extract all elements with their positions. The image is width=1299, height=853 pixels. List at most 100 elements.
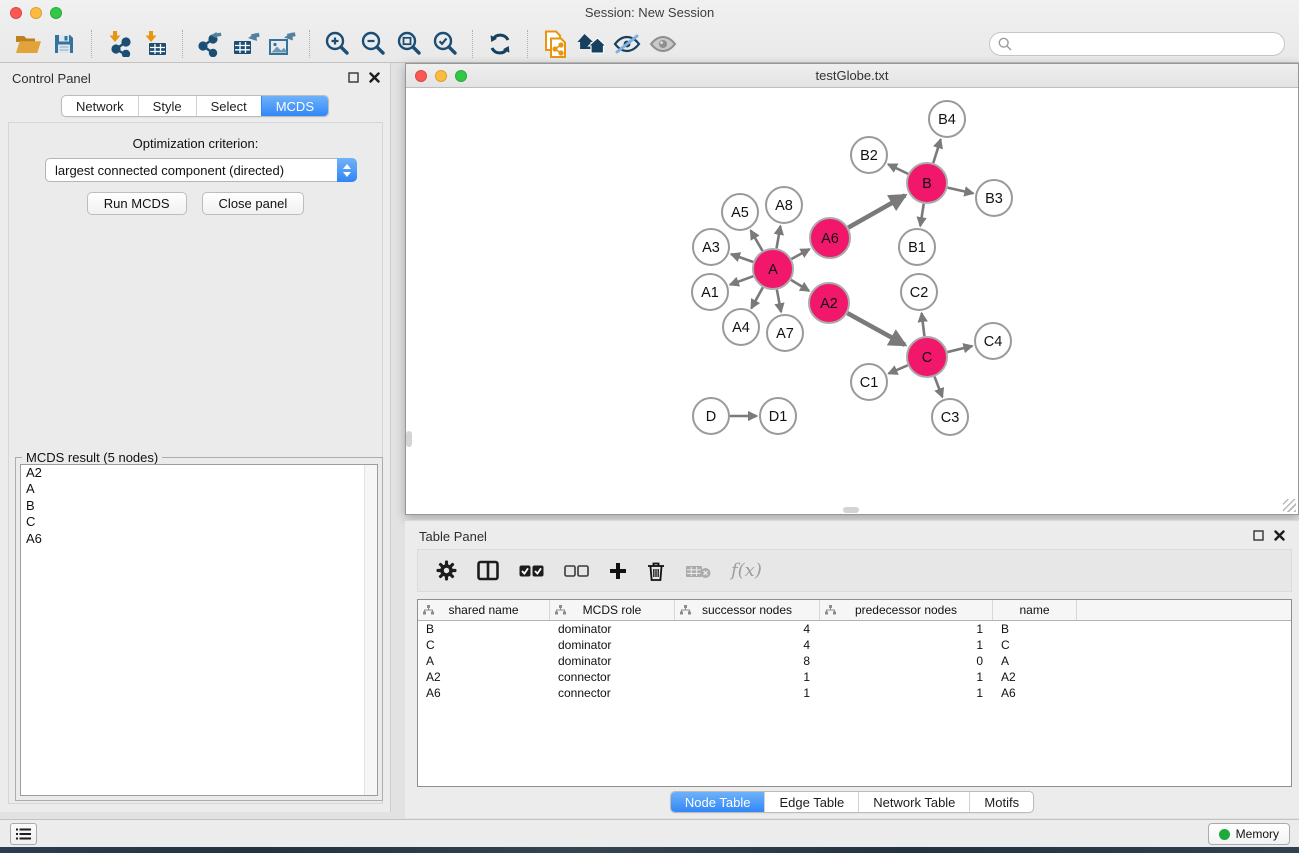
- search-input[interactable]: [1017, 37, 1276, 52]
- import-network-icon[interactable]: [101, 29, 137, 59]
- graph-node-C1[interactable]: C1: [851, 364, 887, 400]
- graph-edge-B-B3[interactable]: [947, 188, 973, 194]
- graph-edge-C-C4[interactable]: [947, 346, 972, 352]
- graph-node-A6[interactable]: A6: [810, 218, 850, 258]
- table-row[interactable]: A2connector11A2: [418, 669, 1291, 685]
- graph-edge-B-B2[interactable]: [888, 164, 908, 174]
- optimization-criterion-dropdown[interactable]: largest connected component (directed): [45, 158, 357, 182]
- column-header-predecessor-nodes[interactable]: predecessor nodes: [820, 600, 993, 620]
- export-table-icon[interactable]: [228, 29, 264, 59]
- graph-node-B[interactable]: B: [907, 163, 947, 203]
- graph-node-A3[interactable]: A3: [693, 229, 729, 265]
- graph-node-B3[interactable]: B3: [976, 180, 1012, 216]
- canvas-horizontal-scrollbar[interactable]: [843, 507, 859, 513]
- graph-edge-A-A3[interactable]: [731, 254, 753, 262]
- tab-edge-table[interactable]: Edge Table: [764, 792, 858, 812]
- export-network-icon[interactable]: [192, 29, 228, 59]
- column-header-successor-nodes[interactable]: successor nodes: [675, 600, 820, 620]
- apply-layout-icon[interactable]: [482, 29, 518, 59]
- task-history-button[interactable]: [10, 823, 37, 845]
- zoom-selected-icon[interactable]: [427, 29, 463, 59]
- zoom-in-icon[interactable]: [319, 29, 355, 59]
- tab-node-table[interactable]: Node Table: [671, 792, 765, 812]
- select-all-checkboxes-icon[interactable]: [519, 565, 544, 577]
- delete-column-icon[interactable]: [647, 561, 665, 581]
- close-panel-button[interactable]: Close panel: [202, 192, 305, 215]
- graph-edge-B-B4[interactable]: [933, 139, 940, 163]
- memory-button[interactable]: Memory: [1208, 823, 1290, 845]
- float-panel-icon[interactable]: [1253, 530, 1264, 541]
- graph-edge-A-A5[interactable]: [751, 230, 763, 250]
- result-list-scrollbar[interactable]: [364, 465, 377, 795]
- first-neighbors-icon[interactable]: [573, 29, 609, 59]
- tab-select[interactable]: Select: [196, 96, 261, 116]
- column-header-MCDS-role[interactable]: MCDS role: [550, 600, 675, 620]
- network-canvas[interactable]: B4 B2 B B3 A5A8A6 A3 B1 A A1 C2 A2 A4A7 C C4 C1 D D1 C3: [406, 88, 1298, 514]
- result-list-item[interactable]: A2: [21, 465, 377, 481]
- node-table[interactable]: shared nameMCDS rolesuccessor nodesprede…: [417, 599, 1292, 787]
- graph-edge-A6-B[interactable]: [848, 195, 905, 227]
- graph-edge-C-C3[interactable]: [935, 377, 943, 397]
- tab-motifs[interactable]: Motifs: [969, 792, 1033, 812]
- search-field[interactable]: [989, 32, 1285, 56]
- close-panel-icon[interactable]: [1274, 530, 1285, 541]
- export-image-icon[interactable]: [264, 29, 300, 59]
- column-header-name[interactable]: name: [993, 600, 1077, 620]
- tab-network-table[interactable]: Network Table: [858, 792, 969, 812]
- graph-node-D[interactable]: D: [693, 398, 729, 434]
- graph-node-A7[interactable]: A7: [767, 315, 803, 351]
- add-column-icon[interactable]: [609, 562, 627, 580]
- window-resize-grip[interactable]: [1283, 499, 1296, 512]
- column-header-shared-name[interactable]: shared name: [418, 600, 550, 620]
- graph-edge-A-A6[interactable]: [791, 249, 809, 259]
- graph-node-A1[interactable]: A1: [692, 274, 728, 310]
- mcds-result-list[interactable]: A2ABCA6: [20, 464, 378, 796]
- graph-edge-A2-C[interactable]: [847, 313, 905, 345]
- result-list-item[interactable]: A: [21, 481, 377, 497]
- graph-node-C4[interactable]: C4: [975, 323, 1011, 359]
- table-row[interactable]: A6connector11A6: [418, 685, 1291, 701]
- close-panel-icon[interactable]: [369, 72, 380, 83]
- tab-network[interactable]: Network: [62, 96, 138, 116]
- graph-edge-A-A8[interactable]: [777, 226, 781, 248]
- table-row[interactable]: Bdominator41B: [418, 621, 1291, 637]
- table-row[interactable]: Cdominator41C: [418, 637, 1291, 653]
- graph-node-C3[interactable]: C3: [932, 399, 968, 435]
- save-session-icon[interactable]: [46, 29, 82, 59]
- deselect-all-checkboxes-icon[interactable]: [564, 565, 589, 577]
- graph-edge-A-A1[interactable]: [730, 276, 753, 284]
- hide-selected-icon[interactable]: [609, 29, 645, 59]
- graph-node-A2[interactable]: A2: [809, 283, 849, 323]
- graph-node-A[interactable]: A: [753, 249, 793, 289]
- graph-node-A4[interactable]: A4: [723, 309, 759, 345]
- graph-edge-A-A7[interactable]: [777, 290, 781, 312]
- zoom-out-icon[interactable]: [355, 29, 391, 59]
- network-window-titlebar[interactable]: testGlobe.txt: [406, 64, 1298, 88]
- graph-node-A5[interactable]: A5: [722, 194, 758, 230]
- result-list-item[interactable]: C: [21, 514, 377, 530]
- float-panel-icon[interactable]: [348, 72, 359, 83]
- canvas-vertical-scrollbar[interactable]: [406, 431, 412, 447]
- graph-node-A8[interactable]: A8: [766, 187, 802, 223]
- run-mcds-button[interactable]: Run MCDS: [87, 192, 187, 215]
- graph-node-B1[interactable]: B1: [899, 229, 935, 265]
- copy-network-icon[interactable]: [537, 29, 573, 59]
- graph-node-B2[interactable]: B2: [851, 137, 887, 173]
- graph-edge-A-A2[interactable]: [791, 280, 809, 291]
- table-options-gear-icon[interactable]: [436, 560, 457, 581]
- graph-node-B4[interactable]: B4: [929, 101, 965, 137]
- graph-node-C[interactable]: C: [907, 337, 947, 377]
- graph-edge-B-B1[interactable]: [920, 204, 923, 226]
- tab-mcds[interactable]: MCDS: [261, 96, 328, 116]
- graph-node-D1[interactable]: D1: [760, 398, 796, 434]
- table-row[interactable]: Adominator80A: [418, 653, 1291, 669]
- result-list-item[interactable]: A6: [21, 531, 377, 547]
- graph-edge-A-A4[interactable]: [751, 287, 763, 308]
- result-list-item[interactable]: B: [21, 498, 377, 514]
- show-columns-icon[interactable]: [477, 560, 499, 581]
- graph-edge-C-C1[interactable]: [889, 365, 908, 373]
- tab-style[interactable]: Style: [138, 96, 196, 116]
- show-all-icon[interactable]: [645, 29, 681, 59]
- graph-edge-C-C2[interactable]: [922, 313, 925, 336]
- graph-node-C2[interactable]: C2: [901, 274, 937, 310]
